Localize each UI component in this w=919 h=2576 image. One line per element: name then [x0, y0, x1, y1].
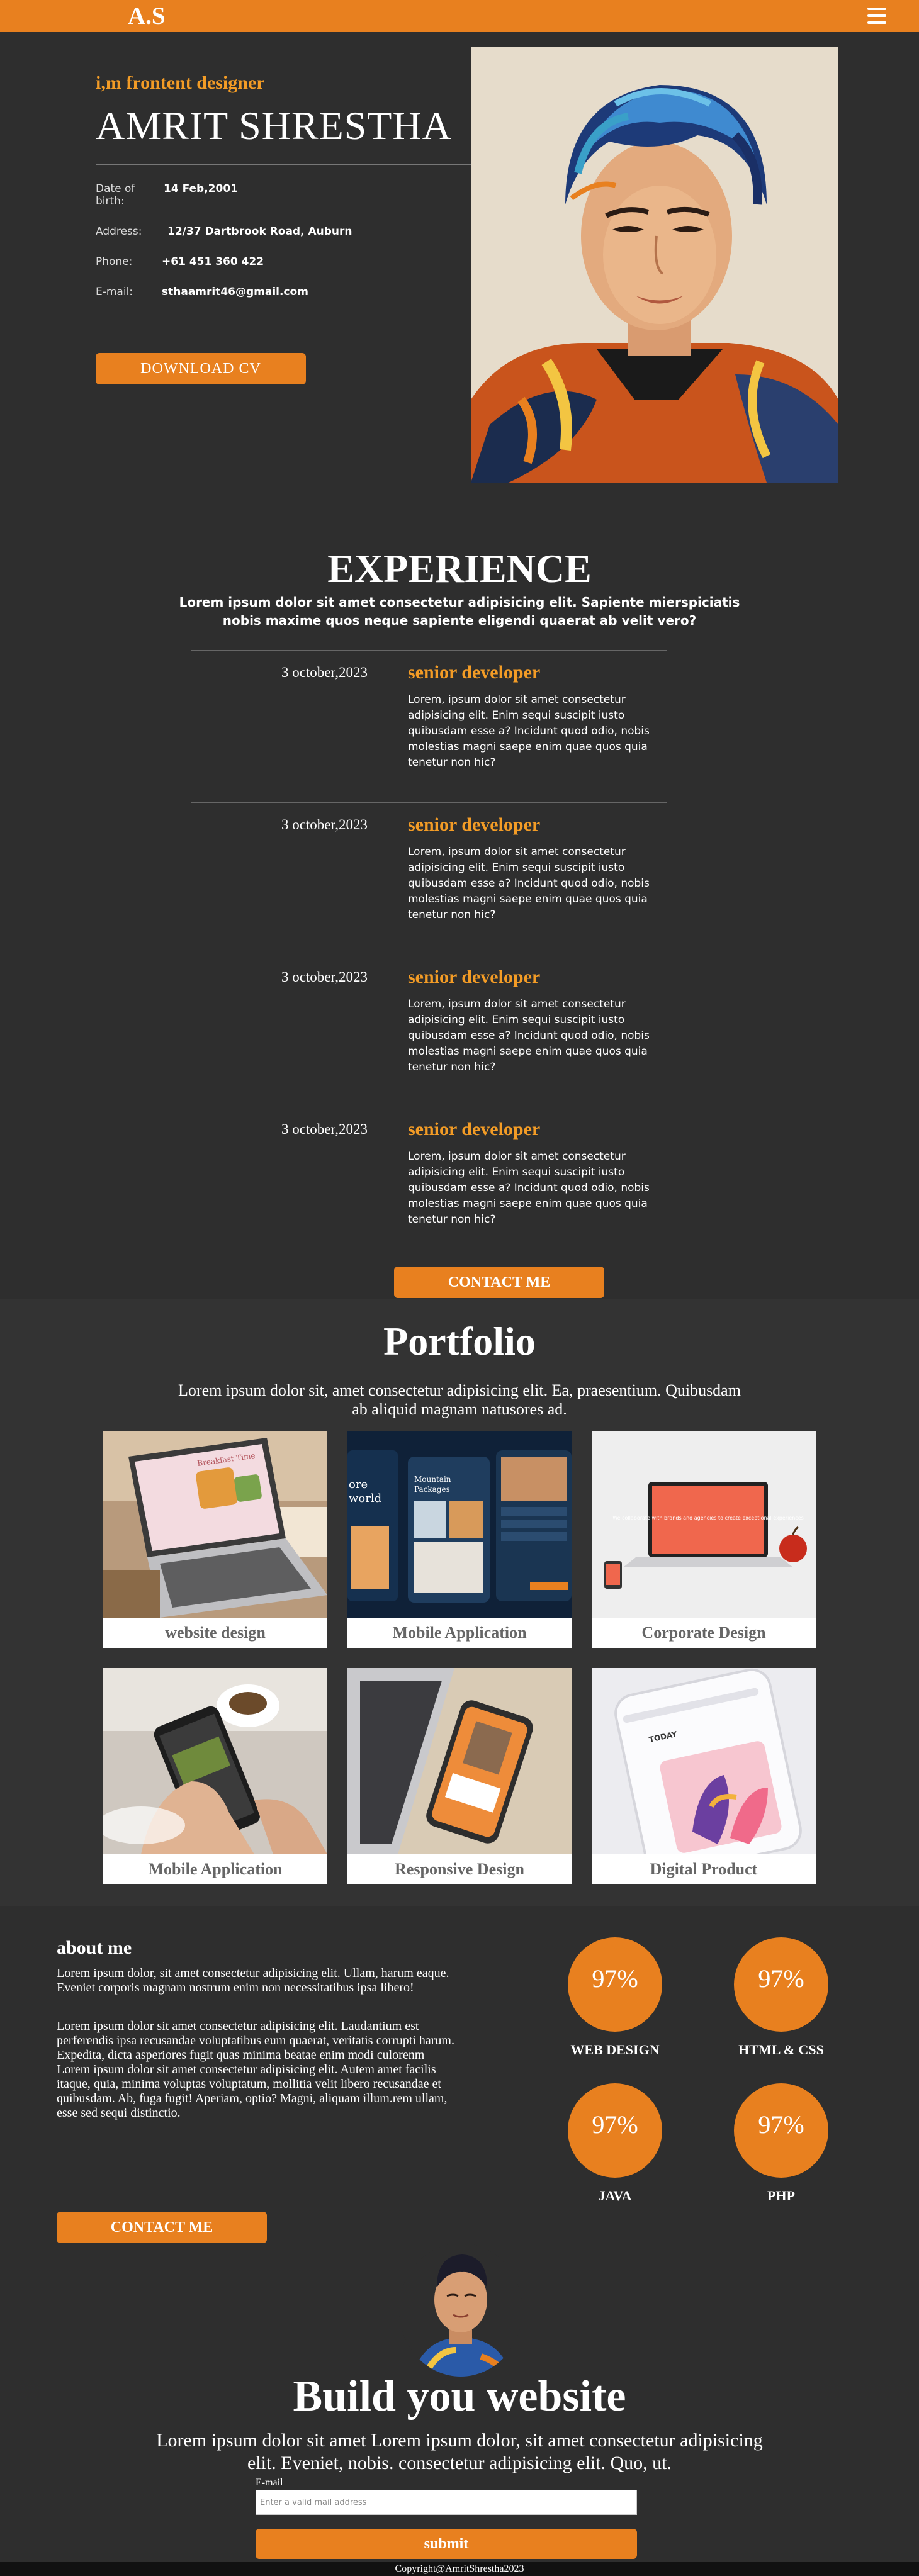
portfolio-card-corporate-design[interactable]: We collaborate with brands and agencies … [592, 1431, 816, 1648]
portfolio-card-responsive-design[interactable]: Responsive Design [347, 1668, 572, 1884]
build-subtitle: Lorem ipsum dolor sit amet Lorem ipsum d… [156, 2430, 763, 2473]
mock-travel-text: ore [349, 1478, 368, 1491]
experience-description: Lorem, ipsum dolor sit amet consectetur … [408, 998, 650, 1073]
experience-item: 3 october,2023 senior developer Lorem, i… [191, 650, 667, 801]
experience-section: EXPERIENCE Lorem ipsum dolor sit amet co… [0, 485, 919, 1299]
skill-web-design: 97% WEB DESIGN [558, 1937, 672, 2058]
experience-role: senior developer [408, 966, 541, 987]
build-title: Build you website [293, 2372, 626, 2421]
experience-role: senior developer [408, 814, 541, 835]
card-label: Corporate Design [641, 1623, 766, 1642]
about-section: about me Lorem ipsum dolor, sit amet con… [0, 1906, 919, 2562]
digital-product-image: TODAY [592, 1668, 816, 1854]
phone-in-hand-image [103, 1668, 327, 1854]
hero-divider [96, 164, 471, 165]
experience-description: Lorem, ipsum dolor sit amet consectetur … [408, 846, 650, 921]
card-label: Digital Product [650, 1860, 758, 1878]
mock-travel-text: Mountain [414, 1475, 451, 1484]
info-value: 14 Feb,2001 [164, 182, 238, 195]
experience-title: EXPERIENCE [327, 546, 592, 591]
copyright-text: Copyright@AmritShrestha2023 [395, 2563, 524, 2574]
skill-circle: 97% [568, 1937, 662, 2032]
corporate-laptop-image: We collaborate with brands and agencies … [592, 1431, 816, 1618]
info-value: +61 451 360 422 [162, 255, 264, 268]
travel-app-image: ore world Mountain Packages [347, 1431, 572, 1618]
hero-intro: i,m frontent designer AMRIT SHRESTHA Dat… [96, 72, 473, 298]
skill-html-css: 97% HTML & CSS [724, 1937, 838, 2058]
portfolio-title: Portfolio [383, 1319, 536, 1364]
about-paragraph: Lorem ipsum dolor, sit amet consectetur … [57, 1966, 449, 1995]
card-label: website design [165, 1623, 266, 1642]
info-label: E-mail: [96, 286, 133, 298]
skill-label: WEB DESIGN [570, 2042, 660, 2058]
experience-description: Lorem, ipsum dolor sit amet consectetur … [408, 1150, 650, 1226]
experience-subtitle: Lorem ipsum dolor sit amet consectetur a… [179, 595, 740, 628]
info-label: Address: [96, 225, 142, 238]
hero-tagline: i,m frontent designer [96, 72, 265, 93]
about-title: about me [57, 1937, 132, 1958]
skill-circle: 97% [734, 2083, 828, 2178]
mock-travel-text: world [349, 1492, 381, 1505]
footer: Copyright@AmritShrestha2023 [0, 2562, 919, 2576]
portfolio-card-digital-product[interactable]: TODAY Digital Product [592, 1668, 816, 1884]
email-label: E-mail [256, 2477, 283, 2488]
info-value: 12/37 Dartbrook Road, Auburn [167, 225, 352, 238]
responsive-phone-image [347, 1668, 572, 1854]
info-value[interactable]: sthaamrit46@gmail.com [162, 286, 308, 298]
info-phone: Phone: +61 451 360 422 [96, 255, 473, 268]
submit-button[interactable]: submit [256, 2529, 637, 2559]
experience-date: 3 october,2023 [281, 969, 368, 985]
avatar [399, 2243, 522, 2377]
skill-label: HTML & CSS [738, 2042, 824, 2058]
contact-me-button[interactable]: CONTACT ME [394, 1267, 604, 1298]
info-dob: Date of birth: 14 Feb,2001 [96, 182, 473, 208]
portfolio-card-mobile-application[interactable]: ore world Mountain Packages Mobile Appli… [347, 1431, 572, 1648]
info-email: E-mail: sthaamrit46@gmail.com [96, 286, 473, 298]
skill-circle: 97% [568, 2083, 662, 2178]
info-label: Date of birth: [96, 182, 135, 208]
experience-item: 3 october,2023 senior developer Lorem, i… [191, 802, 667, 953]
hero-portrait-image [471, 47, 838, 483]
mock-travel-text: Packages [414, 1485, 450, 1494]
mock-corporate-text: We collaborate with brands and agencies … [612, 1515, 804, 1521]
info-label: Phone: [96, 255, 133, 268]
experience-item: 3 october,2023 senior developer Lorem, i… [191, 955, 667, 1106]
hamburger-menu-icon[interactable] [867, 8, 886, 24]
hero-section: i,m frontent designer AMRIT SHRESTHA Dat… [0, 32, 919, 485]
hero-name: AMRIT SHRESTHA [96, 103, 452, 148]
skill-label: PHP [767, 2188, 795, 2204]
site-logo[interactable]: A.S [128, 0, 166, 32]
skill-java: 97% JAVA [558, 2083, 672, 2204]
experience-role: senior developer [408, 662, 541, 683]
experience-description: Lorem, ipsum dolor sit amet consectetur … [408, 693, 650, 769]
portfolio-section: Portfolio Lorem ipsum dolor sit, amet co… [0, 1299, 919, 1906]
contact-me-button[interactable]: CONTACT ME [57, 2212, 267, 2243]
email-field[interactable] [256, 2490, 637, 2515]
experience-item: 3 october,2023 senior developer Lorem, i… [191, 1107, 667, 1258]
skill-php: 97% PHP [724, 2083, 838, 2204]
portfolio-subtitle: Lorem ipsum dolor sit, amet consectetur … [178, 1381, 741, 1418]
experience-date: 3 october,2023 [281, 1121, 368, 1137]
card-label: Mobile Application [392, 1623, 527, 1642]
download-cv-button[interactable]: DOWNLOAD CV [96, 353, 306, 384]
info-address: Address: 12/37 Dartbrook Road, Auburn [96, 225, 473, 238]
card-label: Mobile Application [148, 1860, 283, 1878]
top-nav: A.S [0, 0, 919, 32]
portfolio-card-website-design[interactable]: Breakfast Time website design [103, 1431, 327, 1648]
portfolio-card-mobile-application-2[interactable]: Mobile Application [103, 1668, 327, 1884]
experience-role: senior developer [408, 1119, 541, 1140]
about-paragraph: Lorem ipsum dolor sit amet consectetur a… [57, 2019, 454, 2120]
skill-label: JAVA [598, 2188, 632, 2204]
card-label: Responsive Design [395, 1860, 524, 1878]
skill-circle: 97% [734, 1937, 828, 2032]
experience-date: 3 october,2023 [281, 817, 368, 832]
experience-date: 3 october,2023 [281, 664, 368, 680]
laptop-website-image: Breakfast Time [103, 1431, 327, 1618]
